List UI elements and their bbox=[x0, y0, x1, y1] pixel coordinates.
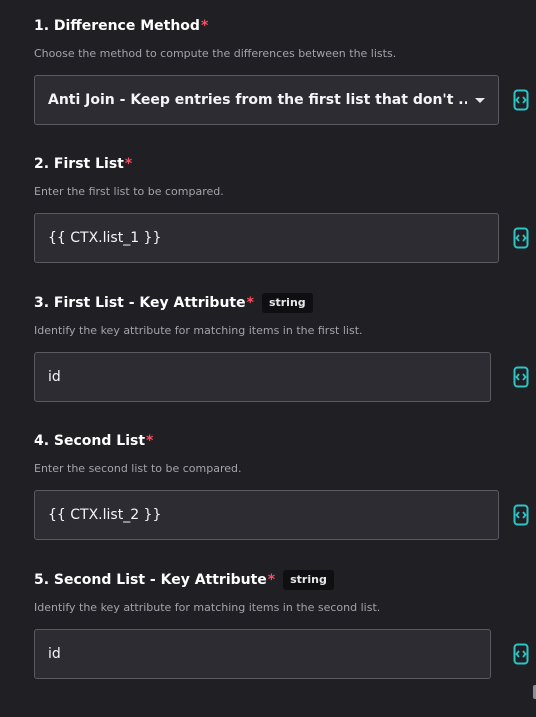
required-marker: * bbox=[146, 433, 154, 449]
field-second-list-key: 5. Second List - Key Attribute * string … bbox=[34, 568, 534, 679]
field-first-list-key: 3. First List - Key Attribute * string I… bbox=[34, 291, 534, 402]
field-title: 1. Difference Method bbox=[34, 18, 200, 34]
input-row: id bbox=[34, 629, 534, 679]
field-label: 2. First List * bbox=[34, 152, 534, 176]
field-title: 5. Second List - Key Attribute bbox=[34, 572, 267, 588]
code-brackets-icon[interactable] bbox=[513, 89, 529, 111]
field-difference-method: 1. Difference Method * Choose the method… bbox=[34, 14, 534, 125]
field-first-list: 2. First List * Enter the first list to … bbox=[34, 152, 534, 263]
input-value: id bbox=[48, 369, 61, 385]
field-description: Choose the method to compute the differe… bbox=[34, 47, 397, 60]
field-label: 5. Second List - Key Attribute * string bbox=[34, 568, 534, 592]
required-marker: * bbox=[200, 18, 209, 34]
form-panel: 1. Difference Method * Choose the method… bbox=[0, 0, 536, 717]
input-row: {{ CTX.list_2 }} bbox=[34, 490, 534, 540]
field-title: 4. Second List bbox=[34, 433, 146, 449]
field-label: 4. Second List * bbox=[34, 429, 534, 453]
input-value: id bbox=[48, 646, 61, 662]
difference-method-select[interactable]: Anti Join - Keep entries from the first … bbox=[34, 75, 499, 125]
required-marker: * bbox=[246, 295, 254, 311]
second-list-key-input[interactable]: id bbox=[34, 629, 491, 679]
field-label: 3. First List - Key Attribute * string bbox=[34, 291, 534, 315]
input-row: Anti Join - Keep entries from the first … bbox=[34, 75, 534, 125]
field-description: Identify the key attribute for matching … bbox=[34, 601, 381, 614]
selected-option: Anti Join - Keep entries from the first … bbox=[48, 92, 467, 108]
field-description: Enter the first list to be compared. bbox=[34, 185, 224, 198]
first-list-key-input[interactable]: id bbox=[34, 352, 491, 402]
field-description: Enter the second list to be compared. bbox=[34, 462, 242, 475]
required-marker: * bbox=[124, 156, 133, 172]
caret-down-icon bbox=[475, 97, 485, 103]
input-value: {{ CTX.list_2 }} bbox=[48, 507, 162, 523]
code-brackets-icon[interactable] bbox=[513, 366, 529, 388]
code-brackets-icon[interactable] bbox=[513, 504, 529, 526]
input-row: {{ CTX.list_1 }} bbox=[34, 213, 534, 263]
field-title: 3. First List - Key Attribute bbox=[34, 295, 246, 311]
code-brackets-icon[interactable] bbox=[513, 227, 529, 249]
input-row: id bbox=[34, 352, 534, 402]
type-badge: string bbox=[283, 570, 334, 590]
field-label: 1. Difference Method * bbox=[34, 14, 534, 38]
type-badge: string bbox=[261, 293, 313, 313]
field-second-list: 4. Second List * Enter the second list t… bbox=[34, 429, 534, 540]
code-brackets-icon[interactable] bbox=[513, 643, 529, 665]
required-marker: * bbox=[267, 572, 276, 588]
second-list-input[interactable]: {{ CTX.list_2 }} bbox=[34, 490, 499, 540]
field-title: 2. First List bbox=[34, 156, 124, 172]
first-list-input[interactable]: {{ CTX.list_1 }} bbox=[34, 213, 499, 263]
input-value: {{ CTX.list_1 }} bbox=[48, 230, 162, 246]
field-description: Identify the key attribute for matching … bbox=[34, 324, 363, 337]
